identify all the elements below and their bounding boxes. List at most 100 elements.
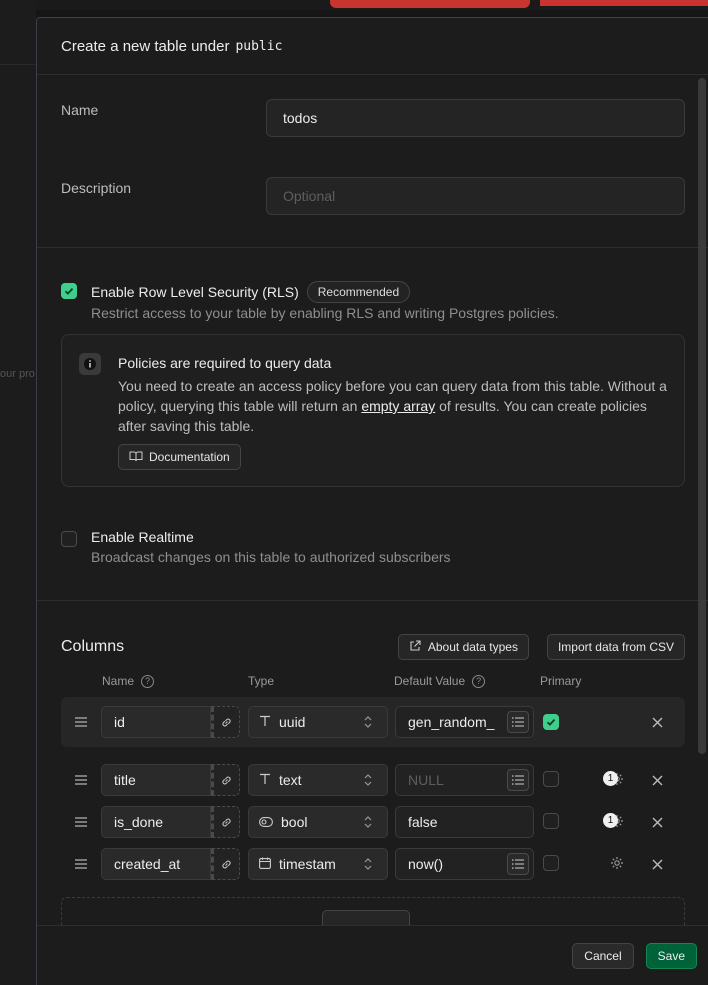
table-details-section: Name todos Description Optional bbox=[37, 75, 708, 248]
default-value-input[interactable]: NULL bbox=[395, 764, 534, 796]
browser-top-bar bbox=[0, 0, 708, 10]
close-icon[interactable] bbox=[638, 817, 676, 828]
security-section: Enable Row Level Security (RLS) Recommen… bbox=[37, 248, 708, 601]
default-value-text: gen_random_ bbox=[408, 714, 495, 730]
column-type-select[interactable]: text bbox=[248, 764, 388, 796]
columns-section: Columns About data types Import data fro… bbox=[37, 633, 708, 925]
header-default: Default Value bbox=[394, 674, 466, 688]
primary-checkbox[interactable] bbox=[543, 713, 559, 730]
chevron-updown-icon bbox=[363, 815, 373, 832]
link-icon[interactable] bbox=[211, 706, 240, 738]
header-name: Name bbox=[102, 674, 135, 688]
drag-handle-icon[interactable] bbox=[61, 817, 101, 827]
about-data-types-button[interactable]: About data types bbox=[397, 634, 529, 660]
recommended-badge: Recommended bbox=[306, 281, 411, 303]
documentation-label: Documentation bbox=[149, 450, 230, 464]
column-name-input[interactable]: created_at bbox=[101, 848, 211, 880]
panel-title: Create a new table under bbox=[61, 37, 230, 55]
column-type-value: bool bbox=[281, 814, 308, 830]
default-value-input[interactable]: now() bbox=[395, 848, 534, 880]
primary-checkbox[interactable] bbox=[543, 854, 559, 871]
constraint-count-badge: 1 bbox=[603, 812, 618, 828]
rls-checkbox[interactable] bbox=[61, 283, 77, 299]
column-name-input[interactable]: id bbox=[101, 706, 211, 738]
save-button[interactable]: Save bbox=[645, 942, 697, 969]
column-name-input[interactable]: is_done bbox=[101, 806, 211, 838]
column-settings[interactable]: 1 bbox=[596, 770, 638, 789]
column-name-input[interactable]: title bbox=[101, 764, 211, 796]
description-label: Description bbox=[61, 180, 132, 196]
rls-description: Restrict access to your table by enablin… bbox=[91, 305, 559, 321]
column-settings[interactable] bbox=[596, 856, 638, 873]
panel-body[interactable]: Name todos Description Optional Enable R… bbox=[37, 75, 708, 925]
column-row: is_done bool false 1 bbox=[61, 801, 685, 843]
description-input[interactable]: Optional bbox=[266, 177, 685, 215]
book-icon bbox=[129, 450, 143, 465]
background-ghost-text: our pro bbox=[0, 368, 35, 380]
text-T-icon bbox=[259, 714, 271, 730]
schema-name: public bbox=[235, 38, 283, 54]
table-name-input[interactable]: todos bbox=[266, 99, 685, 137]
background-page: our pro bbox=[0, 0, 36, 985]
column-type-value: text bbox=[279, 772, 302, 788]
name-label: Name bbox=[61, 102, 99, 118]
empty-array-link[interactable]: empty array bbox=[361, 398, 435, 414]
documentation-button[interactable]: Documentation bbox=[118, 444, 241, 470]
column-type-select[interactable]: uuid bbox=[248, 706, 388, 738]
chevron-updown-icon bbox=[363, 773, 373, 790]
list-icon[interactable] bbox=[507, 711, 529, 733]
realtime-checkbox[interactable] bbox=[61, 531, 77, 547]
help-icon[interactable]: ? bbox=[472, 674, 486, 688]
header-type: Type bbox=[248, 674, 275, 688]
primary-checkbox[interactable] bbox=[543, 770, 559, 787]
default-value-input[interactable]: gen_random_ bbox=[395, 706, 534, 738]
create-table-panel: Create a new table under public Name tod… bbox=[36, 17, 708, 985]
link-icon[interactable] bbox=[211, 848, 240, 880]
column-row: title text NULL 1 bbox=[61, 759, 685, 801]
default-value-input[interactable]: false bbox=[395, 806, 534, 838]
help-icon[interactable]: ? bbox=[141, 674, 155, 688]
constraint-count-badge: 1 bbox=[603, 770, 618, 786]
scrollbar[interactable] bbox=[698, 78, 706, 754]
link-icon[interactable] bbox=[211, 806, 240, 838]
drag-handle-icon[interactable] bbox=[61, 775, 101, 785]
realtime-description: Broadcast changes on this table to autho… bbox=[91, 549, 451, 565]
primary-checkbox[interactable] bbox=[543, 812, 559, 829]
list-icon[interactable] bbox=[507, 769, 529, 791]
close-icon[interactable] bbox=[638, 859, 676, 870]
alert-title: Policies are required to query data bbox=[118, 355, 332, 371]
column-row: created_at timestam now() bbox=[61, 843, 685, 885]
drag-handle-icon[interactable] bbox=[61, 717, 101, 727]
columns-list: id uuid gen_random_ title text NULL 1 is… bbox=[61, 697, 685, 885]
policies-alert: Policies are required to query data You … bbox=[61, 334, 685, 487]
info-icon bbox=[79, 353, 101, 375]
add-column-button[interactable] bbox=[322, 910, 410, 925]
panel-footer: Cancel Save bbox=[37, 925, 708, 985]
link-icon[interactable] bbox=[211, 764, 240, 796]
column-type-value: timestam bbox=[279, 856, 336, 872]
drag-handle-icon[interactable] bbox=[61, 859, 101, 869]
realtime-label: Enable Realtime bbox=[91, 529, 194, 545]
list-icon[interactable] bbox=[507, 853, 529, 875]
columns-header: Name? Type Default Value? Primary bbox=[61, 671, 685, 691]
column-row: id uuid gen_random_ bbox=[61, 697, 685, 747]
import-csv-button[interactable]: Import data from CSV bbox=[546, 634, 685, 660]
gear-icon[interactable] bbox=[610, 856, 624, 873]
alert-text: You need to create an access policy befo… bbox=[118, 378, 667, 434]
close-icon[interactable] bbox=[638, 717, 676, 728]
default-value-text: now() bbox=[408, 856, 444, 872]
cancel-button[interactable]: Cancel bbox=[572, 942, 634, 969]
toggle-icon bbox=[259, 814, 273, 830]
column-settings[interactable]: 1 bbox=[596, 812, 638, 831]
column-type-value: uuid bbox=[279, 714, 306, 730]
add-column-area[interactable] bbox=[61, 897, 685, 925]
external-link-icon bbox=[409, 639, 421, 655]
column-type-select[interactable]: bool bbox=[248, 806, 388, 838]
column-type-select[interactable]: timestam bbox=[248, 848, 388, 880]
default-value-text: NULL bbox=[408, 772, 444, 788]
top-red-strip-right bbox=[540, 0, 708, 6]
close-icon[interactable] bbox=[638, 775, 676, 786]
panel-header: Create a new table under public bbox=[37, 18, 708, 75]
chevron-updown-icon bbox=[363, 715, 373, 732]
text-T-icon bbox=[259, 772, 271, 788]
